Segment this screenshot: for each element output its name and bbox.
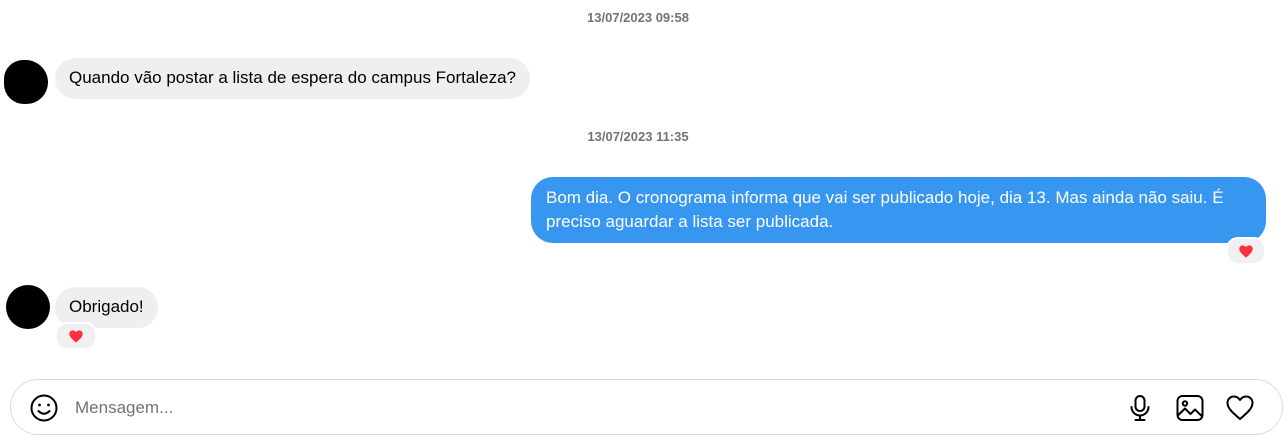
avatar[interactable]	[4, 60, 48, 104]
microphone-icon[interactable]	[1125, 393, 1155, 423]
emoji-icon[interactable]	[29, 393, 59, 423]
heart-outline-icon[interactable]	[1225, 393, 1255, 423]
heart-icon	[69, 329, 83, 343]
incoming-message-bubble[interactable]: Quando vão postar a lista de espera do c…	[55, 58, 530, 99]
message-input[interactable]	[73, 390, 1117, 426]
message-composer	[10, 379, 1283, 435]
message-reaction[interactable]	[55, 322, 97, 350]
heart-icon	[1239, 244, 1253, 258]
message-reaction[interactable]	[1226, 237, 1266, 265]
message-timestamp: 13/07/2023 09:58	[587, 10, 689, 25]
avatar[interactable]	[6, 285, 50, 329]
image-icon[interactable]	[1175, 393, 1205, 423]
message-timestamp: 13/07/2023 11:35	[587, 129, 689, 144]
outgoing-message-bubble[interactable]: Bom dia. O cronograma informa que vai se…	[531, 177, 1266, 243]
